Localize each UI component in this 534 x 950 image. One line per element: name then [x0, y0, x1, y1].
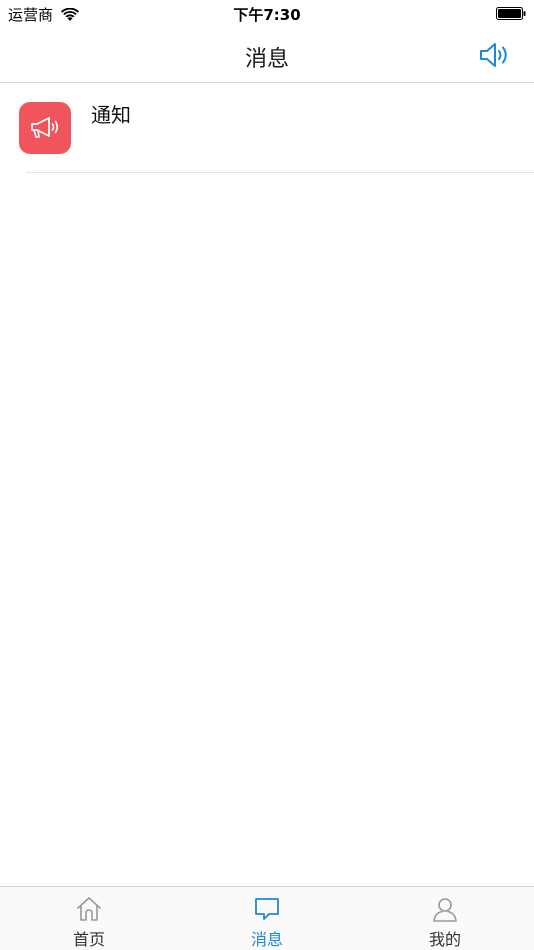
chat-bubble-icon	[255, 898, 279, 920]
tab-mine[interactable]: 我的	[356, 887, 534, 950]
tab-label: 消息	[250, 930, 283, 949]
home-icon	[77, 897, 101, 921]
tab-messages[interactable]: 消息	[178, 887, 356, 950]
person-icon	[433, 898, 457, 922]
battery-icon	[496, 7, 526, 20]
divider	[26, 172, 534, 173]
megaphone-icon	[19, 102, 71, 154]
tab-bar: 首页 消息 我的	[0, 886, 534, 950]
status-time: 下午7:30	[233, 6, 301, 24]
tab-label: 我的	[428, 930, 461, 949]
page-title: 消息	[244, 47, 289, 72]
nav-bar: 消息	[0, 28, 534, 83]
screen: 运营商 下午7:30 消息 通知 首页 消息 我的	[0, 0, 534, 950]
tab-label: 首页	[72, 930, 105, 949]
status-bar: 运营商 下午7:30	[0, 0, 534, 28]
tab-home[interactable]: 首页	[0, 887, 178, 950]
list-item[interactable]: 通知	[0, 84, 534, 173]
list-item-title: 通知	[91, 103, 131, 127]
speaker-icon[interactable]	[478, 40, 512, 70]
